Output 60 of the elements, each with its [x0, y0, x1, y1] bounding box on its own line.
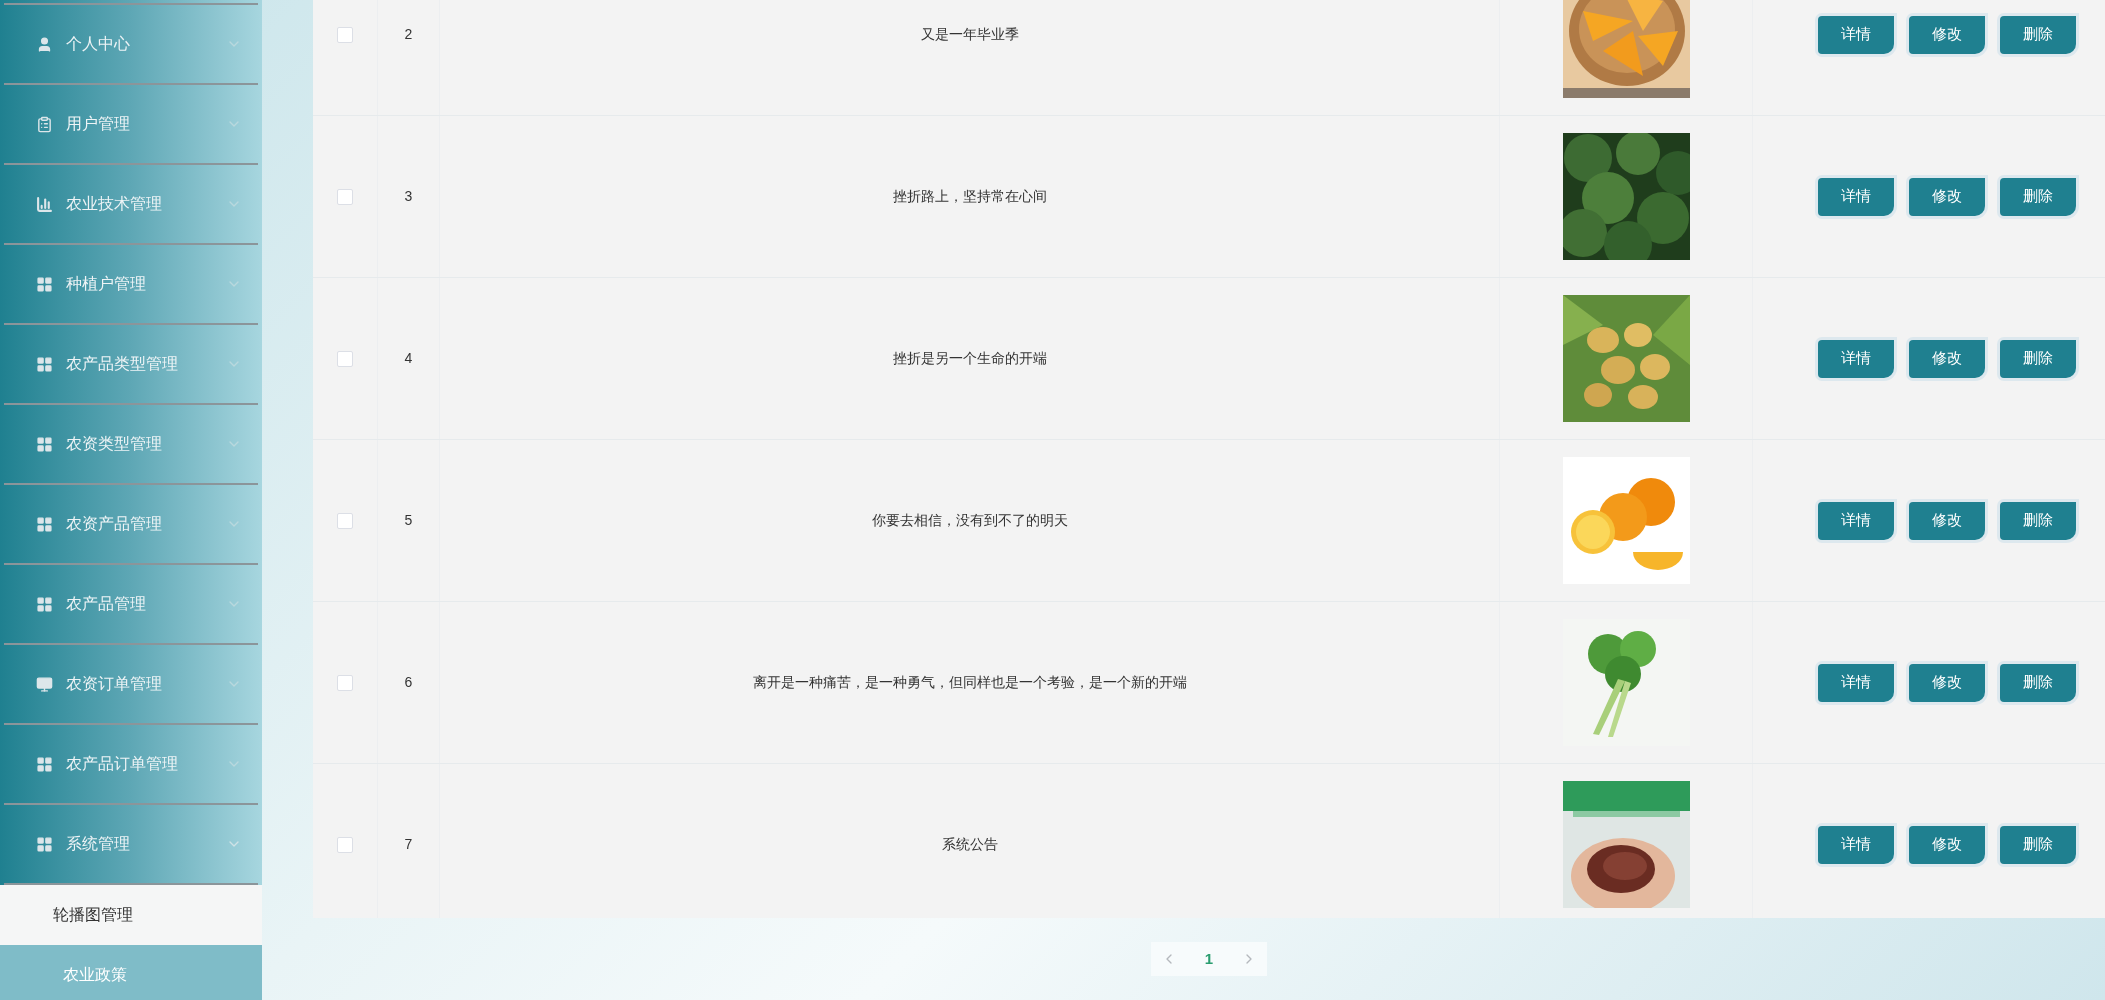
action-button[interactable]: 删除 — [2000, 339, 2076, 378]
user-icon — [36, 35, 53, 53]
menu-item[interactable]: 农业技术管理 — [0, 165, 262, 243]
action-button[interactable]: 删除 — [2000, 177, 2076, 216]
menu-item[interactable]: 农产品管理 — [0, 565, 262, 643]
table-cell-text: 你要去相信，没有到不了的明天 — [871, 511, 1068, 530]
action-button[interactable]: 详情 — [1818, 501, 1894, 540]
row-checkbox[interactable] — [337, 26, 353, 43]
action-button[interactable]: 详情 — [1818, 15, 1894, 54]
table-cell-text: 7 — [404, 835, 413, 854]
action-button[interactable]: 修改 — [1909, 825, 1985, 864]
table-cell-text: 5 — [404, 511, 413, 530]
grid-icon — [36, 595, 53, 613]
table-cell-text: 4 — [404, 349, 413, 368]
menu-item[interactable]: 农产品订单管理 — [0, 725, 262, 803]
row-checkbox[interactable] — [337, 512, 353, 529]
action-button[interactable]: 修改 — [1909, 15, 1985, 54]
menu-item[interactable]: 用户管理 — [0, 85, 262, 163]
menu-item[interactable]: 农资订单管理 — [0, 645, 262, 723]
action-button[interactable]: 修改 — [1909, 663, 1985, 702]
action-button[interactable]: 删除 — [2000, 825, 2076, 864]
clipboard-icon — [36, 115, 53, 133]
grid-icon — [36, 355, 53, 373]
menu-item[interactable]: 农资类型管理 — [0, 405, 262, 483]
action-button[interactable]: 修改 — [1909, 501, 1985, 540]
menu-item[interactable]: 个人中心 — [0, 5, 262, 83]
grid-icon — [36, 835, 53, 853]
table-cell-text: 3 — [404, 187, 413, 206]
row-checkbox[interactable] — [337, 674, 353, 691]
table-cell-text: 又是一年毕业季 — [920, 25, 1019, 44]
table-cell-text: 挫折路上，坚持常在心间 — [892, 187, 1047, 206]
grid-icon — [36, 515, 53, 533]
table-cell-text: 离开是一种痛苦，是一种勇气，但同样也是一个考验，是一个新的开端 — [752, 673, 1187, 692]
table-cell-text: 挫折是另一个生命的开端 — [892, 349, 1047, 368]
bar-chart-icon — [36, 195, 53, 213]
table-cell-text: 系统公告 — [941, 835, 998, 854]
row-checkbox[interactable] — [337, 350, 353, 367]
action-button[interactable]: 详情 — [1818, 825, 1894, 864]
action-button[interactable]: 删除 — [2000, 501, 2076, 540]
submenu-item[interactable]: 轮播图管理 — [0, 885, 262, 945]
grid-icon — [36, 435, 53, 453]
monitor-icon — [36, 675, 53, 693]
menu-item[interactable]: 农资产品管理 — [0, 485, 262, 563]
action-button[interactable]: 删除 — [2000, 15, 2076, 54]
table-cell-text: 6 — [404, 673, 413, 692]
grid-icon — [36, 275, 53, 293]
action-button[interactable]: 删除 — [2000, 663, 2076, 702]
menu-item[interactable]: 农产品类型管理 — [0, 325, 262, 403]
menu-item[interactable]: 种植户管理 — [0, 245, 262, 323]
row-checkbox[interactable] — [337, 188, 353, 205]
grid-icon — [36, 755, 53, 773]
action-button[interactable]: 详情 — [1818, 663, 1894, 702]
action-button[interactable]: 详情 — [1818, 177, 1894, 216]
action-button[interactable]: 修改 — [1909, 177, 1985, 216]
table-cell-text: 2 — [404, 25, 413, 44]
menu-item[interactable]: 系统管理 — [0, 805, 262, 883]
action-button[interactable]: 详情 — [1818, 339, 1894, 378]
page-button[interactable]: 1 — [1204, 947, 1214, 971]
row-checkbox[interactable] — [337, 836, 353, 853]
action-button[interactable]: 修改 — [1909, 339, 1985, 378]
